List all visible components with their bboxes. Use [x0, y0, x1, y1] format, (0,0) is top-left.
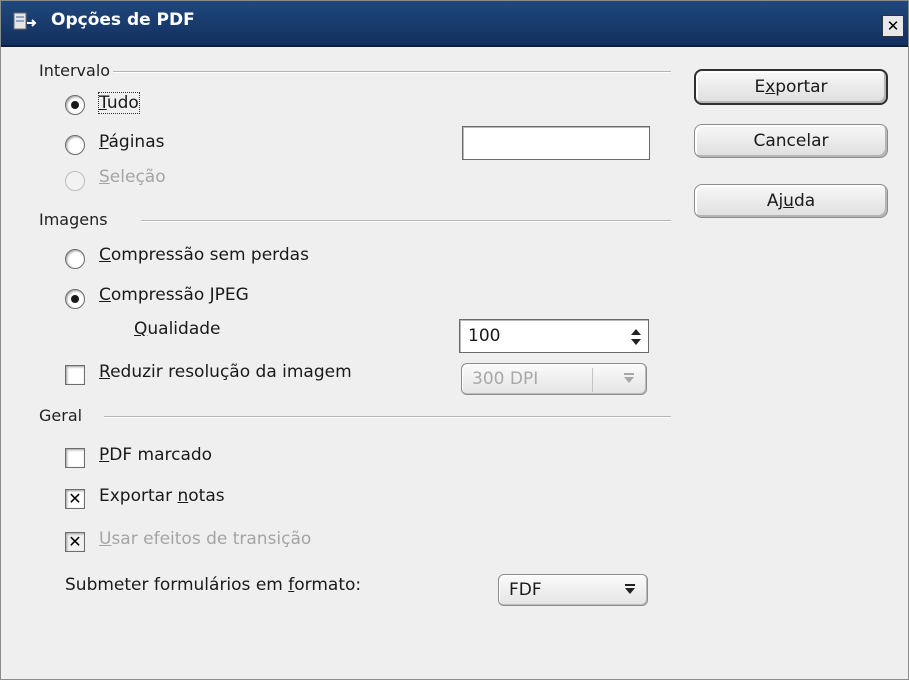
quality-value: 100 [468, 326, 501, 346]
radio-jpeg[interactable] [65, 289, 85, 309]
title-bar: Opções de PDF ✕ [1, 1, 908, 47]
checkbox-label-notes: Exportar notas [99, 486, 225, 506]
cancel-button[interactable]: Cancelar [694, 124, 888, 158]
submit-format-value: FDF [509, 580, 542, 600]
checkbox-label-transitions: Usar efeitos de transição [99, 529, 312, 549]
close-icon: ✕ [886, 17, 900, 35]
pages-input[interactable] [462, 126, 650, 160]
radio-lossless[interactable] [65, 249, 85, 269]
dropdown-separator [592, 368, 593, 392]
section-title-images: Imagens [39, 210, 108, 229]
dropdown-arrow-icon[interactable] [622, 370, 636, 388]
submit-format-dropdown[interactable]: FDF [498, 574, 648, 606]
help-button[interactable]: Ajuda [694, 184, 888, 218]
checkbox-export-notes[interactable]: ✕ [65, 489, 85, 509]
checkbox-label-tagged: PDF marcado [99, 445, 213, 465]
export-button[interactable]: Exportar [694, 69, 888, 105]
quality-label: Qualidade [134, 319, 221, 339]
close-button[interactable]: ✕ [882, 15, 904, 37]
checkbox-reduce-resolution[interactable] [65, 365, 85, 385]
section-divider [141, 220, 671, 222]
window-title: Opções de PDF [51, 10, 195, 30]
quality-spinbox[interactable]: 100 [459, 319, 649, 353]
checkbox-use-transitions[interactable]: ✕ [65, 532, 85, 552]
resolution-dropdown[interactable]: 300 DPI [461, 363, 647, 395]
radio-label-pages: Páginas [99, 132, 165, 152]
section-title-general: Geral [39, 406, 83, 425]
section-divider [113, 71, 671, 73]
app-window-icon[interactable] [11, 10, 37, 36]
submit-format-label: Submeter formulários em formato: [65, 575, 362, 595]
checkbox-label-reduce: Reduzir resolução da imagem [99, 362, 352, 382]
radio-pages[interactable] [65, 135, 85, 155]
radio-label-jpeg: Compressão JPEG [99, 285, 249, 305]
radio-selection[interactable] [65, 171, 85, 191]
section-divider [104, 416, 671, 418]
pdf-options-dialog: Opções de PDF ✕ Intervalo Tudo Páginas S… [0, 0, 909, 680]
resolution-value: 300 DPI [472, 369, 539, 389]
radio-label-lossless: Compressão sem perdas [99, 245, 309, 265]
radio-label-selection: Seleção [99, 167, 166, 187]
checkbox-tagged-pdf[interactable] [65, 448, 85, 468]
spin-arrows-icon[interactable] [630, 326, 642, 348]
radio-label-all: Tudo [98, 92, 140, 114]
dropdown-arrow-icon[interactable] [623, 581, 637, 599]
radio-all[interactable] [65, 95, 85, 115]
section-title-range: Intervalo [39, 61, 111, 80]
